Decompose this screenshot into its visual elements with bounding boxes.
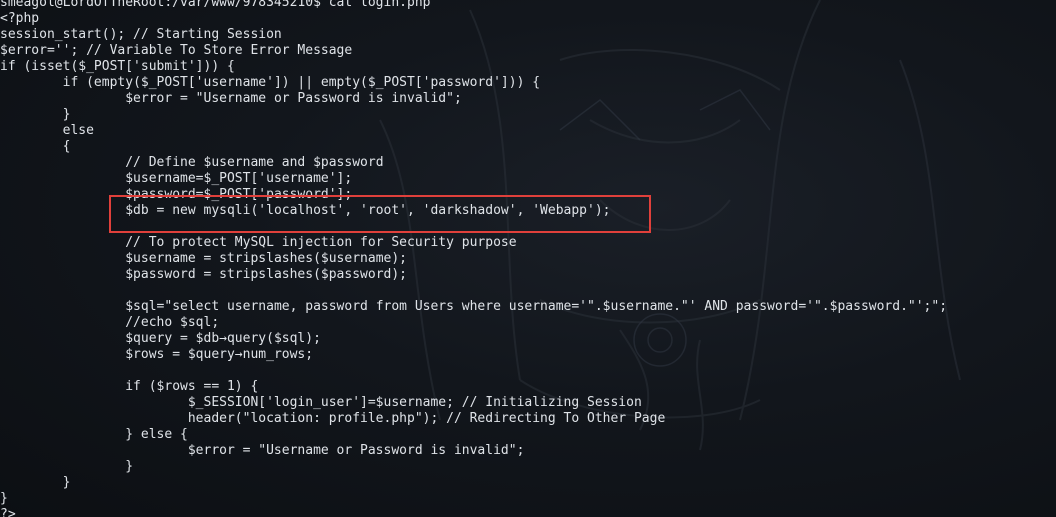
code-line: $_SESSION['login_user']=$username; // In… xyxy=(0,395,642,410)
code-line: $sql="select username, password from Use… xyxy=(0,299,948,314)
command-prompt-line: smeagol@LordOfTheRoot:/var/www/978345210… xyxy=(0,0,431,10)
code-line: $db = new mysqli('localhost', 'root', 'd… xyxy=(0,203,611,218)
code-line: else xyxy=(0,123,94,138)
code-line: } else { xyxy=(0,427,188,442)
code-line: if (isset($_POST['submit'])) { xyxy=(0,59,235,74)
code-line: ?> xyxy=(0,507,16,517)
code-line: $password = stripslashes($password); xyxy=(0,267,407,282)
code-line: $password=$_POST['password']; xyxy=(0,187,353,202)
code-line: { xyxy=(0,139,71,154)
code-line: $error=''; // Variable To Store Error Me… xyxy=(0,43,353,58)
code-line: $error = "Username or Password is invali… xyxy=(0,91,462,106)
code-line: $username=$_POST['username']; xyxy=(0,171,353,186)
code-line: header("location: profile.php"); // Redi… xyxy=(0,411,666,426)
code-line: //echo $sql; xyxy=(0,315,220,330)
code-line: // To protect MySQL injection for Securi… xyxy=(0,235,517,250)
code-line: if (empty($_POST['username']) || empty($… xyxy=(0,75,541,90)
code-line: if ($rows == 1) { xyxy=(0,379,259,394)
code-line: } xyxy=(0,475,71,490)
code-line: // Define $username and $password xyxy=(0,155,384,170)
code-line: } xyxy=(0,491,8,506)
code-line: } xyxy=(0,107,71,122)
terminal-output: smeagol@LordOfTheRoot:/var/www/978345210… xyxy=(0,0,947,517)
code-line: <?php xyxy=(0,11,40,26)
code-line: } xyxy=(0,459,134,474)
code-line: session_start(); // Starting Session xyxy=(0,27,282,42)
code-line: $error = "Username or Password is invali… xyxy=(0,443,525,458)
terminal-window[interactable]: smeagol@LordOfTheRoot:/var/www/978345210… xyxy=(0,0,1056,517)
code-line: $username = stripslashes($username); xyxy=(0,251,407,266)
code-line: $query = $db→query($sql); xyxy=(0,331,321,346)
code-line: $rows = $query→num_rows; xyxy=(0,347,314,362)
